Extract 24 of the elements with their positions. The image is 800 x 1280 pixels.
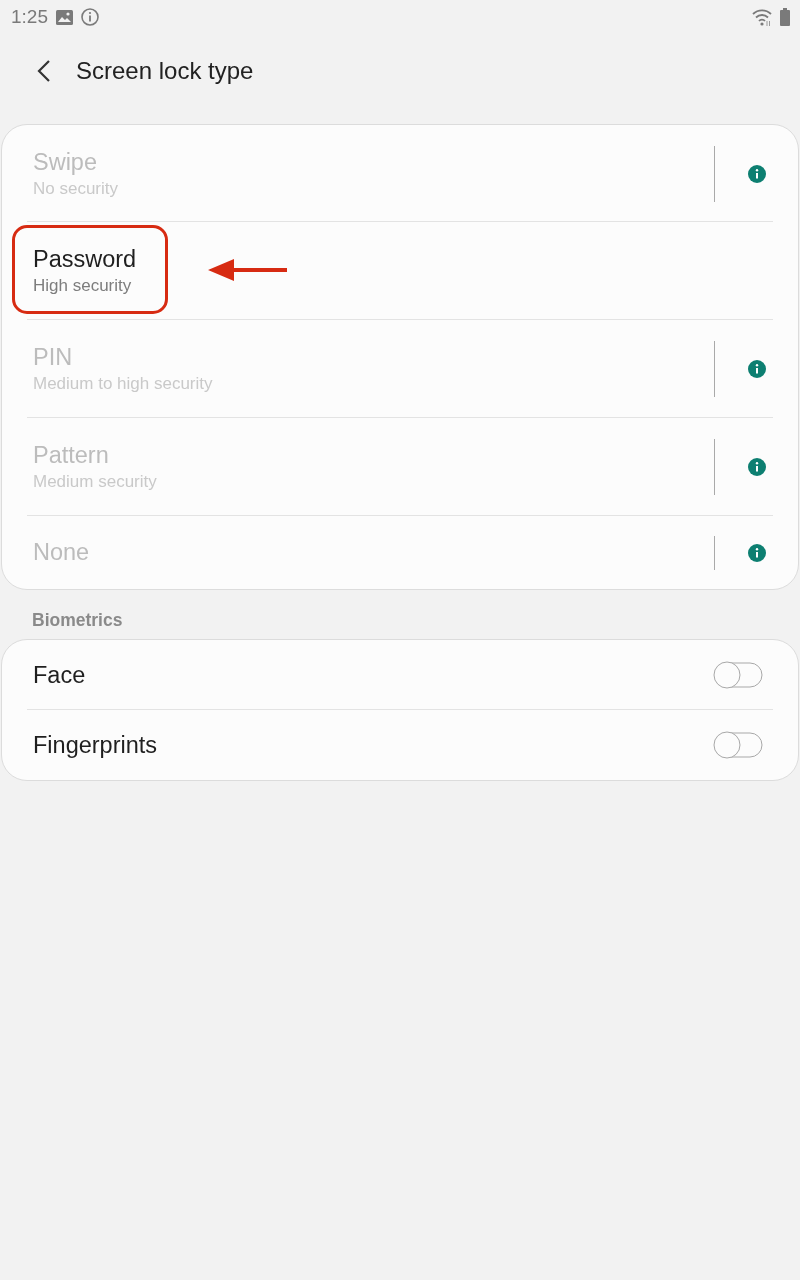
biometric-label: Fingerprints (33, 731, 158, 759)
toggle-switch[interactable] (713, 661, 763, 689)
lock-type-item[interactable]: Password High security (2, 222, 798, 320)
battery-icon (780, 8, 790, 26)
lock-type-title: PIN (33, 344, 73, 371)
info-icon (748, 458, 766, 476)
lock-type-title: Password (33, 246, 137, 273)
status-time: 1:25 (11, 6, 48, 28)
info-icon (748, 543, 766, 562)
lock-type-title: Pattern (33, 442, 109, 469)
info-icon (748, 164, 766, 183)
lock-type-title: Swipe (33, 148, 97, 176)
lock-type-title: None (33, 539, 90, 566)
biometric-label: Face (33, 661, 86, 689)
lock-type-description: High security (33, 276, 132, 296)
back-icon (37, 59, 51, 83)
wifi-icon (752, 8, 772, 26)
info-icon (81, 8, 99, 26)
image-icon (56, 9, 73, 25)
info-icon (748, 360, 766, 378)
section-heading: Biometrics (32, 610, 124, 631)
toggle-switch[interactable] (713, 731, 763, 759)
screen-title: Screen lock type (76, 57, 254, 85)
arrow-icon (208, 259, 287, 281)
